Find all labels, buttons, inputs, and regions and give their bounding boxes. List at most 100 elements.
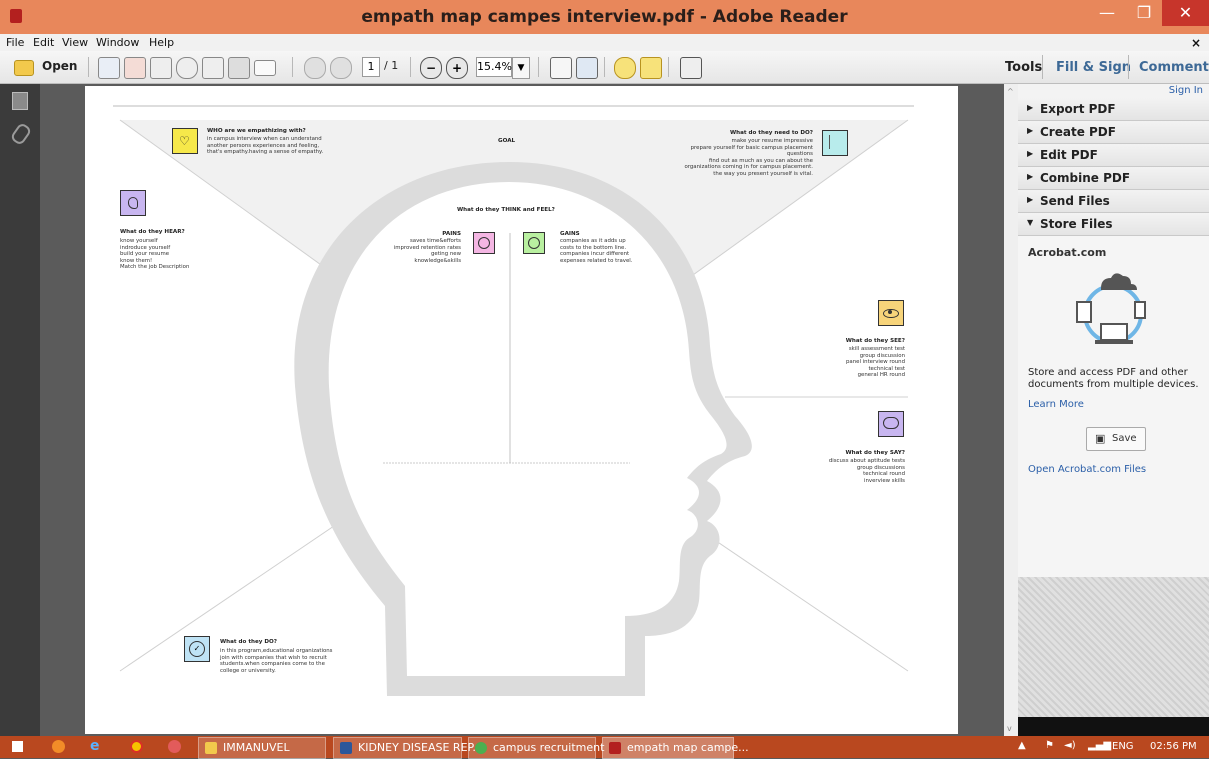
language-indicator[interactable]: ENG <box>1112 741 1134 752</box>
heart-icon: ♡ <box>172 128 198 154</box>
close-button[interactable]: ✕ <box>1162 0 1209 26</box>
store-files-panel[interactable]: ▼ Store Files <box>1018 213 1209 236</box>
taskbar-item-folder[interactable]: IMMANUVEL <box>198 737 326 759</box>
page-number-input[interactable]: 1 <box>362 57 380 77</box>
firefox-icon[interactable] <box>52 740 65 753</box>
ear-icon <box>120 190 146 216</box>
menu-help[interactable]: Help <box>149 36 174 49</box>
need-line: questions <box>786 151 813 158</box>
panel-label: Edit PDF <box>1040 148 1098 162</box>
menu-view[interactable]: View <box>62 36 88 49</box>
who-line: that's empathy.having a sense of empathy… <box>207 149 324 156</box>
fit-width-icon[interactable] <box>576 57 598 79</box>
vertical-scrollbar[interactable]: ^ v <box>1004 84 1018 736</box>
speech-bubble-icon <box>878 411 904 437</box>
volume-icon[interactable]: ◄) <box>1064 740 1076 751</box>
scroll-up-icon[interactable]: ^ <box>1007 87 1014 96</box>
sticky-note-icon[interactable] <box>614 57 636 79</box>
pinned-app-icon[interactable] <box>168 740 181 753</box>
tools-tab[interactable]: Tools <box>1005 60 1042 75</box>
say-line: technical round <box>863 471 905 478</box>
taskbar-item-word[interactable]: KIDNEY DISEASE REP... <box>333 737 483 759</box>
page-thumbnails-icon[interactable] <box>12 92 28 110</box>
see-line: skill assessment test <box>848 346 905 352</box>
store-files-body: Acrobat.com Store and access PDF and oth… <box>1018 236 1209 577</box>
menu-edit[interactable]: Edit <box>33 36 54 49</box>
next-page-icon[interactable] <box>330 57 352 79</box>
zoom-input[interactable]: 15.4% <box>476 57 512 77</box>
cloud-upload-icon[interactable] <box>176 57 198 79</box>
do-line: college or university. <box>220 667 276 674</box>
hear-line: build your resume <box>120 251 170 258</box>
fill-sign-tab[interactable]: Fill & Sign <box>1056 60 1131 75</box>
panel-label: Send Files <box>1040 194 1110 208</box>
need-to-do-text: make your resume impressive prepare your… <box>645 138 813 178</box>
maximize-button[interactable]: ❐ <box>1126 0 1162 26</box>
toolbar-divider <box>538 57 539 77</box>
convert-pdf-icon[interactable] <box>124 57 146 79</box>
zoom-in-icon[interactable]: + <box>446 57 468 79</box>
menu-file[interactable]: File <box>6 36 24 49</box>
edit-pdf-icon[interactable] <box>150 57 172 79</box>
hear-line: Match the job Description <box>120 264 190 271</box>
sign-in-link[interactable]: Sign In <box>1169 85 1203 96</box>
network-signal-icon[interactable]: ▂▄▆ <box>1088 740 1111 751</box>
zoom-dropdown-chevron-icon[interactable]: ▼ <box>512 57 530 79</box>
internet-explorer-icon[interactable]: e <box>90 739 100 753</box>
toolbar-divider <box>604 57 605 77</box>
learn-more-link[interactable]: Learn More <box>1028 399 1084 410</box>
email-icon[interactable] <box>254 60 276 76</box>
expand-arrow-icon: ▶ <box>1027 126 1034 135</box>
edit-pdf-panel[interactable]: ▶ Edit PDF <box>1018 144 1209 167</box>
gains-heading: GAINS <box>560 231 580 237</box>
say-line: inverview skills <box>864 477 905 484</box>
previous-page-icon[interactable] <box>304 57 326 79</box>
open-button[interactable]: Open <box>42 59 77 73</box>
clock[interactable]: 02:56 PM <box>1150 741 1197 752</box>
taskbar-item-adobe-reader[interactable]: empath map campe... <box>602 737 749 759</box>
send-files-panel[interactable]: ▶ Send Files <box>1018 190 1209 213</box>
open-acrobat-files-link[interactable]: Open Acrobat.com Files <box>1028 464 1146 475</box>
zoom-out-icon[interactable]: − <box>420 57 442 79</box>
page-total: / 1 <box>384 59 399 72</box>
fit-page-icon[interactable] <box>550 57 572 79</box>
minimize-button[interactable]: — <box>1088 0 1126 26</box>
panel-label: Combine PDF <box>1040 171 1131 185</box>
comment-tab[interactable]: Comment <box>1139 60 1209 75</box>
create-pdf-icon[interactable] <box>98 57 120 79</box>
empathy-map-background <box>113 105 914 696</box>
toolbar-divider <box>292 57 293 77</box>
see-text: skill assessment test group discussion p… <box>765 346 905 379</box>
need-line: the way you present yourself is vital. <box>713 170 813 177</box>
combine-pdf-panel[interactable]: ▶ Combine PDF <box>1018 167 1209 190</box>
do-line: join with companies that wish to recruit <box>220 654 327 661</box>
print-icon[interactable] <box>228 57 250 79</box>
hear-text: know yourself indroduce yourself build y… <box>120 238 189 271</box>
scroll-down-icon[interactable]: v <box>1007 724 1012 733</box>
pane-filler <box>1018 577 1209 717</box>
full-screen-icon[interactable] <box>680 57 702 79</box>
export-pdf-panel[interactable]: ▶ Export PDF <box>1018 98 1209 121</box>
chrome-icon[interactable] <box>130 740 143 753</box>
sad-face-icon <box>473 232 495 254</box>
start-button-windows-icon[interactable] <box>12 741 23 752</box>
taskbar-item-chrome[interactable]: campus recruitment ... <box>468 737 618 759</box>
highlight-icon[interactable] <box>640 57 662 79</box>
menu-window[interactable]: Window <box>96 36 139 49</box>
do-line: in this program,educational organization… <box>220 648 333 654</box>
document-close-icon[interactable]: × <box>1191 36 1201 50</box>
attachments-paperclip-icon[interactable] <box>9 121 33 147</box>
store-description: Store and access PDF and other documents… <box>1028 367 1199 390</box>
taskbar-label: KIDNEY DISEASE REP... <box>358 741 483 754</box>
save-icon[interactable] <box>202 57 224 79</box>
create-pdf-panel[interactable]: ▶ Create PDF <box>1018 121 1209 144</box>
action-center-flag-icon[interactable]: ⚑ <box>1045 740 1054 751</box>
taskbar-label: campus recruitment ... <box>493 741 619 754</box>
tray-overflow-icon[interactable]: ▲ <box>1018 740 1026 751</box>
menu-bar: File Edit View Window Help × <box>0 34 1209 51</box>
save-to-acrobat-button[interactable]: ▣ Save <box>1086 427 1146 451</box>
minimize-glyph: — <box>1099 3 1115 22</box>
toolbar-divider <box>88 57 89 77</box>
open-folder-icon[interactable] <box>14 60 34 76</box>
hear-line: know yourself <box>120 238 158 244</box>
